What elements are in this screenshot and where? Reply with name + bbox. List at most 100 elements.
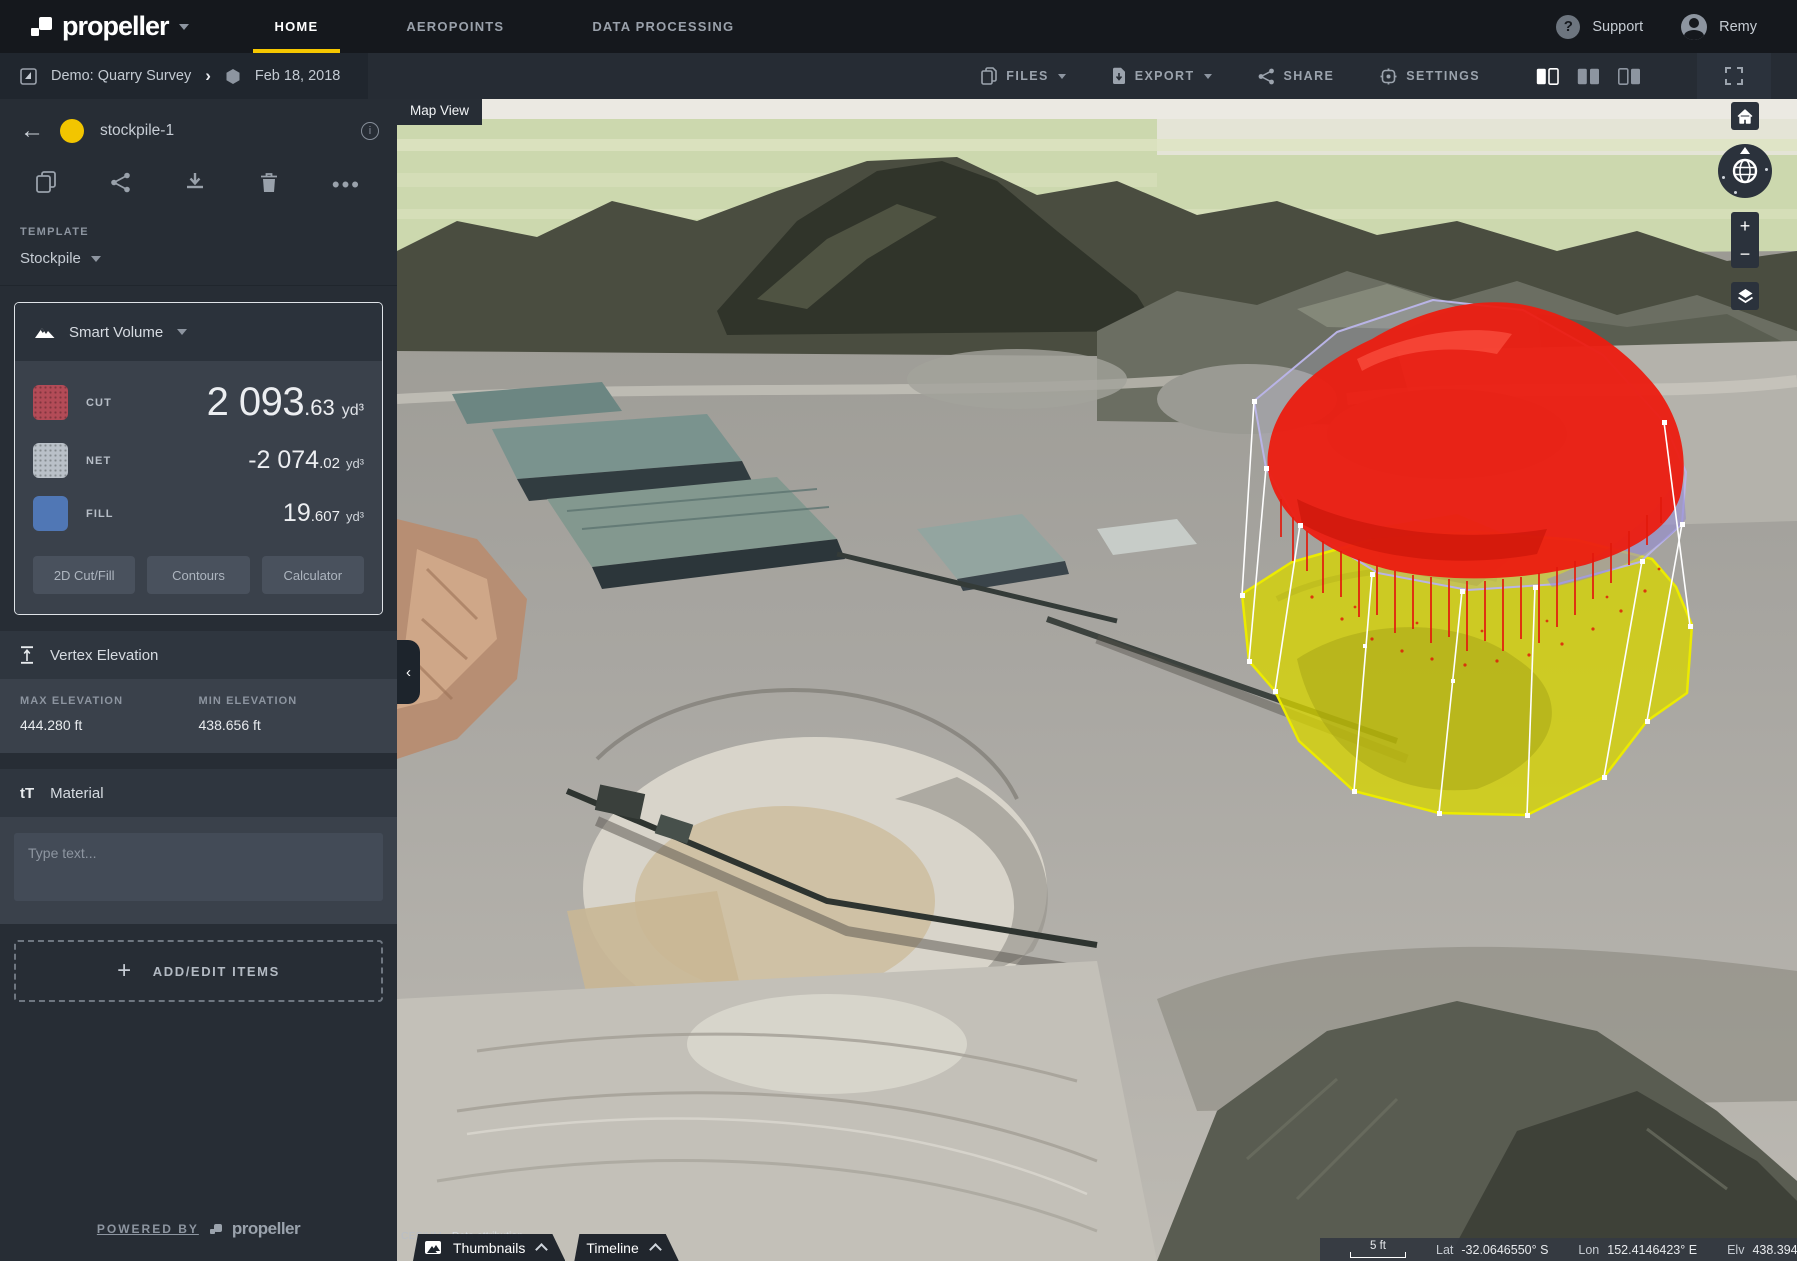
share-icon xyxy=(1258,68,1275,85)
map-3d-scene[interactable] xyxy=(397,99,1797,1261)
download-icon xyxy=(185,172,205,192)
chevron-down-icon xyxy=(91,256,101,262)
cut-volume-row: CUT 2 093.63yd³ xyxy=(33,371,364,434)
chevron-down-icon xyxy=(1204,74,1212,79)
net-swatch xyxy=(33,443,68,478)
fill-swatch xyxy=(33,496,68,531)
net-volume-row: NET -2 074.02yd³ xyxy=(33,434,364,487)
back-button[interactable]: ← xyxy=(20,119,44,143)
material-section: tT Material xyxy=(0,769,397,924)
tab-aeropoints[interactable]: AEROPOINTS xyxy=(362,0,548,53)
share-icon xyxy=(110,172,131,193)
zoom-control: + − xyxy=(1731,212,1759,268)
material-input[interactable] xyxy=(14,833,383,901)
breadcrumb-chevron-icon: › xyxy=(205,66,211,86)
files-button[interactable]: FILES xyxy=(981,67,1065,85)
north-indicator-icon xyxy=(1740,147,1750,154)
copy-icon xyxy=(36,171,56,193)
smart-volume-dropdown[interactable]: Smart Volume xyxy=(15,303,382,361)
site-switcher[interactable]: Demo: Quarry Survey › Feb 18, 2018 xyxy=(0,53,368,99)
cutfill-2d-button[interactable]: 2D Cut/Fill xyxy=(33,556,135,594)
duplicate-button[interactable] xyxy=(36,171,56,198)
files-icon xyxy=(981,67,997,85)
net-value: -2 074 xyxy=(248,446,319,475)
map-status-bar: 5 ft Lat-32.0646550° S Lon152.4146423° E… xyxy=(1320,1238,1797,1261)
primary-tabs: HOME AEROPOINTS DATA PROCESSING xyxy=(231,0,779,53)
layout-right-panel-icon[interactable] xyxy=(1618,68,1641,85)
help-icon: ? xyxy=(1556,15,1580,39)
text-icon: tT xyxy=(20,785,34,802)
chevron-down-icon[interactable] xyxy=(179,24,189,30)
propeller-logo[interactable]: propeller xyxy=(0,0,203,53)
delete-button[interactable] xyxy=(260,172,278,198)
zoom-in-button[interactable]: + xyxy=(1740,217,1751,235)
map-toolbar: Demo: Quarry Survey › Feb 18, 2018 FILES… xyxy=(0,53,1797,99)
fullscreen-icon[interactable] xyxy=(1725,67,1743,85)
material-header[interactable]: tT Material xyxy=(0,769,397,817)
gear-icon xyxy=(1380,68,1397,85)
map-back-icon xyxy=(20,68,37,85)
zoom-out-button[interactable]: − xyxy=(1740,245,1751,263)
min-elevation-value: 438.656 ft xyxy=(199,717,378,733)
compass-control[interactable] xyxy=(1718,144,1772,198)
settings-button[interactable]: SETTINGS xyxy=(1380,68,1480,85)
share-button[interactable]: SHARE xyxy=(1258,68,1335,85)
layout-split-panel-icon[interactable] xyxy=(1577,68,1600,85)
elevation-readout: Elv438.394 ft xyxy=(1727,1243,1797,1257)
chevron-up-icon xyxy=(537,1245,547,1251)
add-edit-items-button[interactable]: + ADD/EDIT ITEMS xyxy=(14,940,383,1002)
site-name: Demo: Quarry Survey xyxy=(51,68,191,84)
image-icon xyxy=(425,1241,441,1254)
latitude-readout: Lat-32.0646550° S xyxy=(1436,1243,1548,1257)
download-button[interactable] xyxy=(185,172,205,197)
export-button[interactable]: EXPORT xyxy=(1112,67,1212,85)
mountain-icon xyxy=(35,325,55,339)
template-label: TEMPLATE xyxy=(20,226,377,238)
smart-volume-card: Smart Volume CUT 2 093.63yd³ NET -2 074.… xyxy=(14,302,383,615)
cut-value: 2 093 xyxy=(207,380,305,425)
elevation-icon xyxy=(20,646,34,664)
vertex-elevation-header[interactable]: Vertex Elevation xyxy=(0,631,397,679)
layer-name: stockpile-1 xyxy=(100,122,174,140)
user-name: Remy xyxy=(1719,19,1757,35)
propeller-logo-icon xyxy=(209,1223,222,1236)
sidebar-collapse-button[interactable]: ‹ xyxy=(397,640,420,704)
layer-color-dot[interactable] xyxy=(60,119,84,143)
support-button[interactable]: ? Support xyxy=(1556,15,1643,39)
trash-icon xyxy=(260,172,278,193)
max-elevation-value: 444.280 ft xyxy=(20,717,199,733)
top-nav: propeller HOME AEROPOINTS DATA PROCESSIN… xyxy=(0,0,1797,53)
scale-bracket xyxy=(1350,1252,1406,1258)
dataset-hexagon-icon xyxy=(225,68,241,85)
info-icon[interactable]: i xyxy=(361,122,379,140)
chevron-down-icon xyxy=(1058,74,1066,79)
layers-icon xyxy=(1737,288,1754,304)
stockpile-overlay[interactable] xyxy=(1240,300,1693,818)
min-elevation-label: MIN ELEVATION xyxy=(199,695,378,707)
share-layer-button[interactable] xyxy=(110,172,131,198)
calculator-button[interactable]: Calculator xyxy=(262,556,364,594)
fill-value: 19 xyxy=(283,499,311,528)
map-scale: 5 ft xyxy=(1350,1241,1406,1258)
user-menu[interactable]: Remy xyxy=(1681,14,1757,40)
avatar xyxy=(1681,14,1707,40)
layers-button[interactable] xyxy=(1731,282,1759,310)
home-icon xyxy=(1737,109,1753,124)
tab-data-processing[interactable]: DATA PROCESSING xyxy=(548,0,778,53)
thumbnails-tab[interactable]: Thumbnails xyxy=(413,1234,565,1261)
template-dropdown[interactable]: Stockpile xyxy=(20,250,377,267)
plus-icon: + xyxy=(117,957,133,985)
chevron-up-icon xyxy=(651,1245,661,1251)
timeline-tab[interactable]: Timeline xyxy=(574,1234,678,1261)
cut-swatch xyxy=(33,385,68,420)
home-view-button[interactable] xyxy=(1731,102,1759,130)
layout-single-panel-icon[interactable] xyxy=(1536,68,1559,85)
more-options-icon[interactable]: ••• xyxy=(332,180,361,190)
propeller-logo-icon xyxy=(30,16,52,38)
export-icon xyxy=(1112,67,1126,85)
vertex-elevation-section: Vertex Elevation MAX ELEVATION 444.280 f… xyxy=(0,631,397,753)
tab-home[interactable]: HOME xyxy=(231,0,363,53)
contours-button[interactable]: Contours xyxy=(147,556,249,594)
fill-volume-row: FILL 19.607yd³ xyxy=(33,487,364,540)
survey-date[interactable]: Feb 18, 2018 xyxy=(255,68,340,84)
